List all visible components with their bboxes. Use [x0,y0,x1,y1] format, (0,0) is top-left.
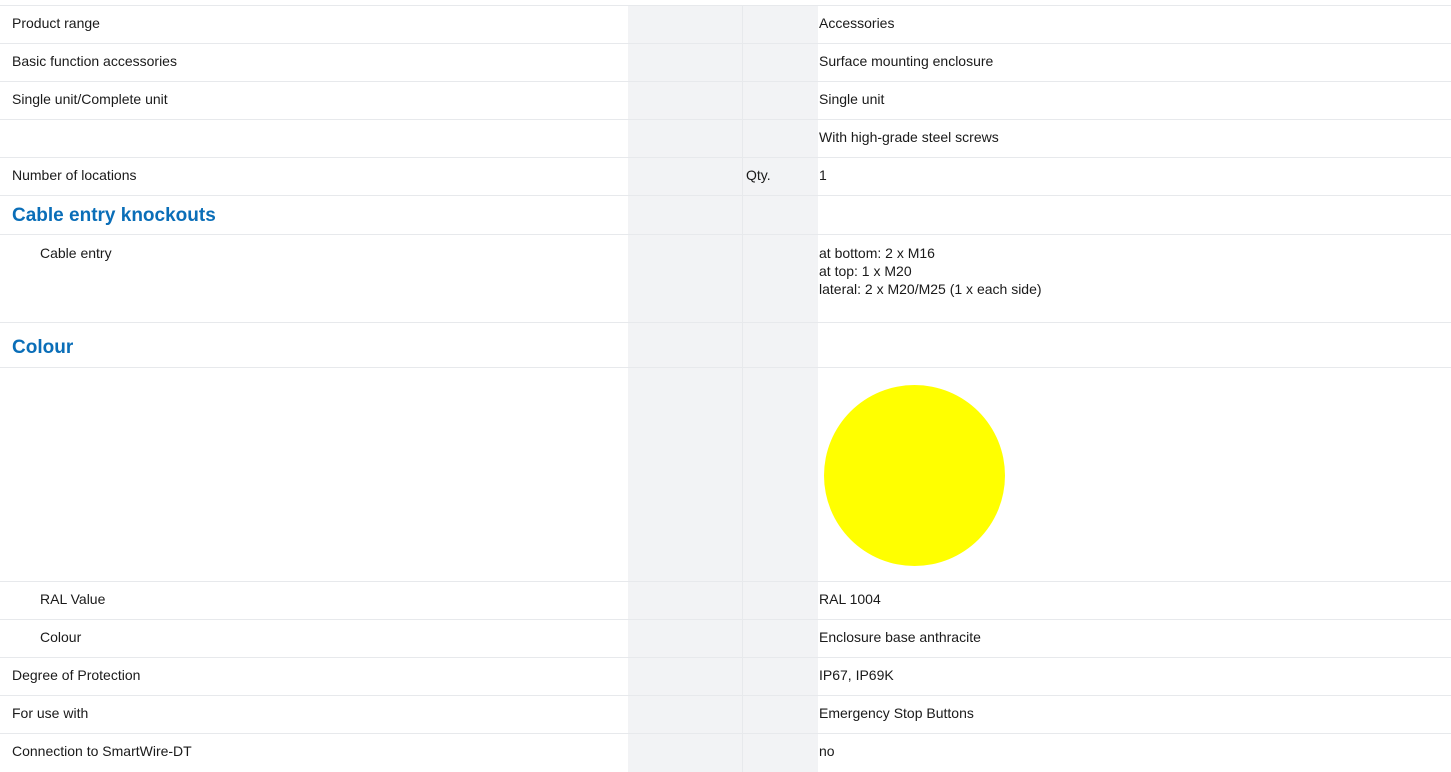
spec-label: Connection to SmartWire-DT [12,743,192,759]
spec-row-colour-swatch [0,368,1451,582]
spec-label: For use with [12,705,89,721]
section-title: Cable entry knockouts [12,205,216,226]
spec-value: With high-grade steel screws [819,129,999,145]
spec-row-protection: Degree of Protection IP67, IP69K [0,658,1451,696]
spec-row-colour: Colour Enclosure base anthracite [0,620,1451,658]
colour-swatch [824,385,1005,566]
spec-table: Product range Accessories Basic function… [0,6,1451,772]
spec-value: Emergency Stop Buttons [819,705,974,721]
section-header-colour: Colour [0,323,1451,368]
spec-label: Product range [12,15,100,31]
spec-row-basic-function: Basic function accessories Surface mount… [0,44,1451,82]
spec-unit: Qty. [746,167,771,183]
spec-value: IP67, IP69K [819,667,894,683]
spec-label: Single unit/Complete unit [12,91,168,107]
spec-row-smartwire: Connection to SmartWire-DT no [0,734,1451,772]
spec-row-cable-entry: Cable entry at bottom: 2 x M16 at top: 1… [0,235,1451,323]
section-title: Colour [12,337,74,358]
spec-row-ral-value: RAL Value RAL 1004 [0,582,1451,620]
spec-row-screws: With high-grade steel screws [0,120,1451,158]
spec-value: 1 [819,167,827,183]
spec-row-use-with: For use with Emergency Stop Buttons [0,696,1451,734]
spec-value: Enclosure base anthracite [819,629,981,645]
spec-value: at bottom: 2 x M16 at top: 1 x M20 later… [819,245,1042,297]
spec-value: no [819,743,835,759]
spec-value: Surface mounting enclosure [819,53,994,69]
section-header-cable-entry: Cable entry knockouts [0,196,1451,235]
spec-value: Single unit [819,91,885,107]
spec-label: Colour [40,629,82,645]
spec-row-unit-type: Single unit/Complete unit Single unit [0,82,1451,120]
spec-label: Cable entry [40,245,112,261]
spec-label: Degree of Protection [12,667,141,683]
spec-row-product-range: Product range Accessories [0,6,1451,44]
spec-value: RAL 1004 [819,591,881,607]
spec-label: RAL Value [40,591,106,607]
spec-row-locations: Number of locations Qty. 1 [0,158,1451,196]
spec-label: Number of locations [12,167,137,183]
spec-value: Accessories [819,15,895,31]
spec-label: Basic function accessories [12,53,177,69]
